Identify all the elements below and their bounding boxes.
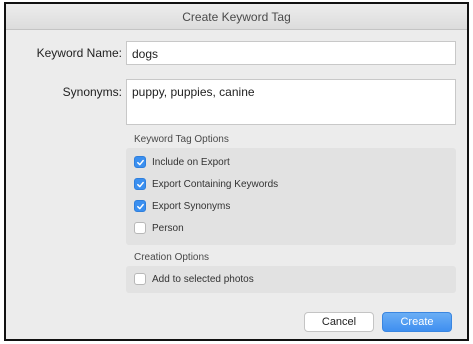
option-include-on-export[interactable]: Include on Export: [134, 154, 230, 170]
creation-options-title: Creation Options: [134, 252, 210, 263]
checkbox-checked-icon[interactable]: [134, 178, 146, 190]
option-label: Add to selected photos: [152, 273, 254, 285]
checkbox-checked-icon[interactable]: [134, 200, 146, 212]
option-person[interactable]: Person: [134, 220, 184, 236]
synonyms-label: Synonyms:: [62, 85, 122, 99]
option-label: Person: [152, 222, 184, 234]
synonyms-input[interactable]: puppy, puppies, canine: [126, 79, 456, 125]
option-add-to-selected-photos[interactable]: Add to selected photos: [134, 271, 254, 287]
dialog-title: Create Keyword Tag: [6, 4, 467, 30]
cancel-button[interactable]: Cancel: [304, 312, 374, 332]
option-label: Export Synonyms: [152, 200, 231, 212]
create-button[interactable]: Create: [382, 312, 452, 332]
checkbox-unchecked-icon[interactable]: [134, 222, 146, 234]
keyword-name-label: Keyword Name:: [36, 46, 122, 60]
keyword-tag-options-title: Keyword Tag Options: [134, 134, 229, 145]
option-export-containing-keywords[interactable]: Export Containing Keywords: [134, 176, 278, 192]
checkbox-checked-icon[interactable]: [134, 156, 146, 168]
create-keyword-tag-dialog: Create Keyword Tag Keyword Name: dogs Sy…: [4, 2, 469, 341]
checkbox-unchecked-icon[interactable]: [134, 273, 146, 285]
option-export-synonyms[interactable]: Export Synonyms: [134, 198, 230, 214]
keyword-name-input[interactable]: dogs: [126, 41, 456, 65]
option-label: Include on Export: [152, 156, 230, 168]
option-label: Export Containing Keywords: [152, 178, 279, 190]
